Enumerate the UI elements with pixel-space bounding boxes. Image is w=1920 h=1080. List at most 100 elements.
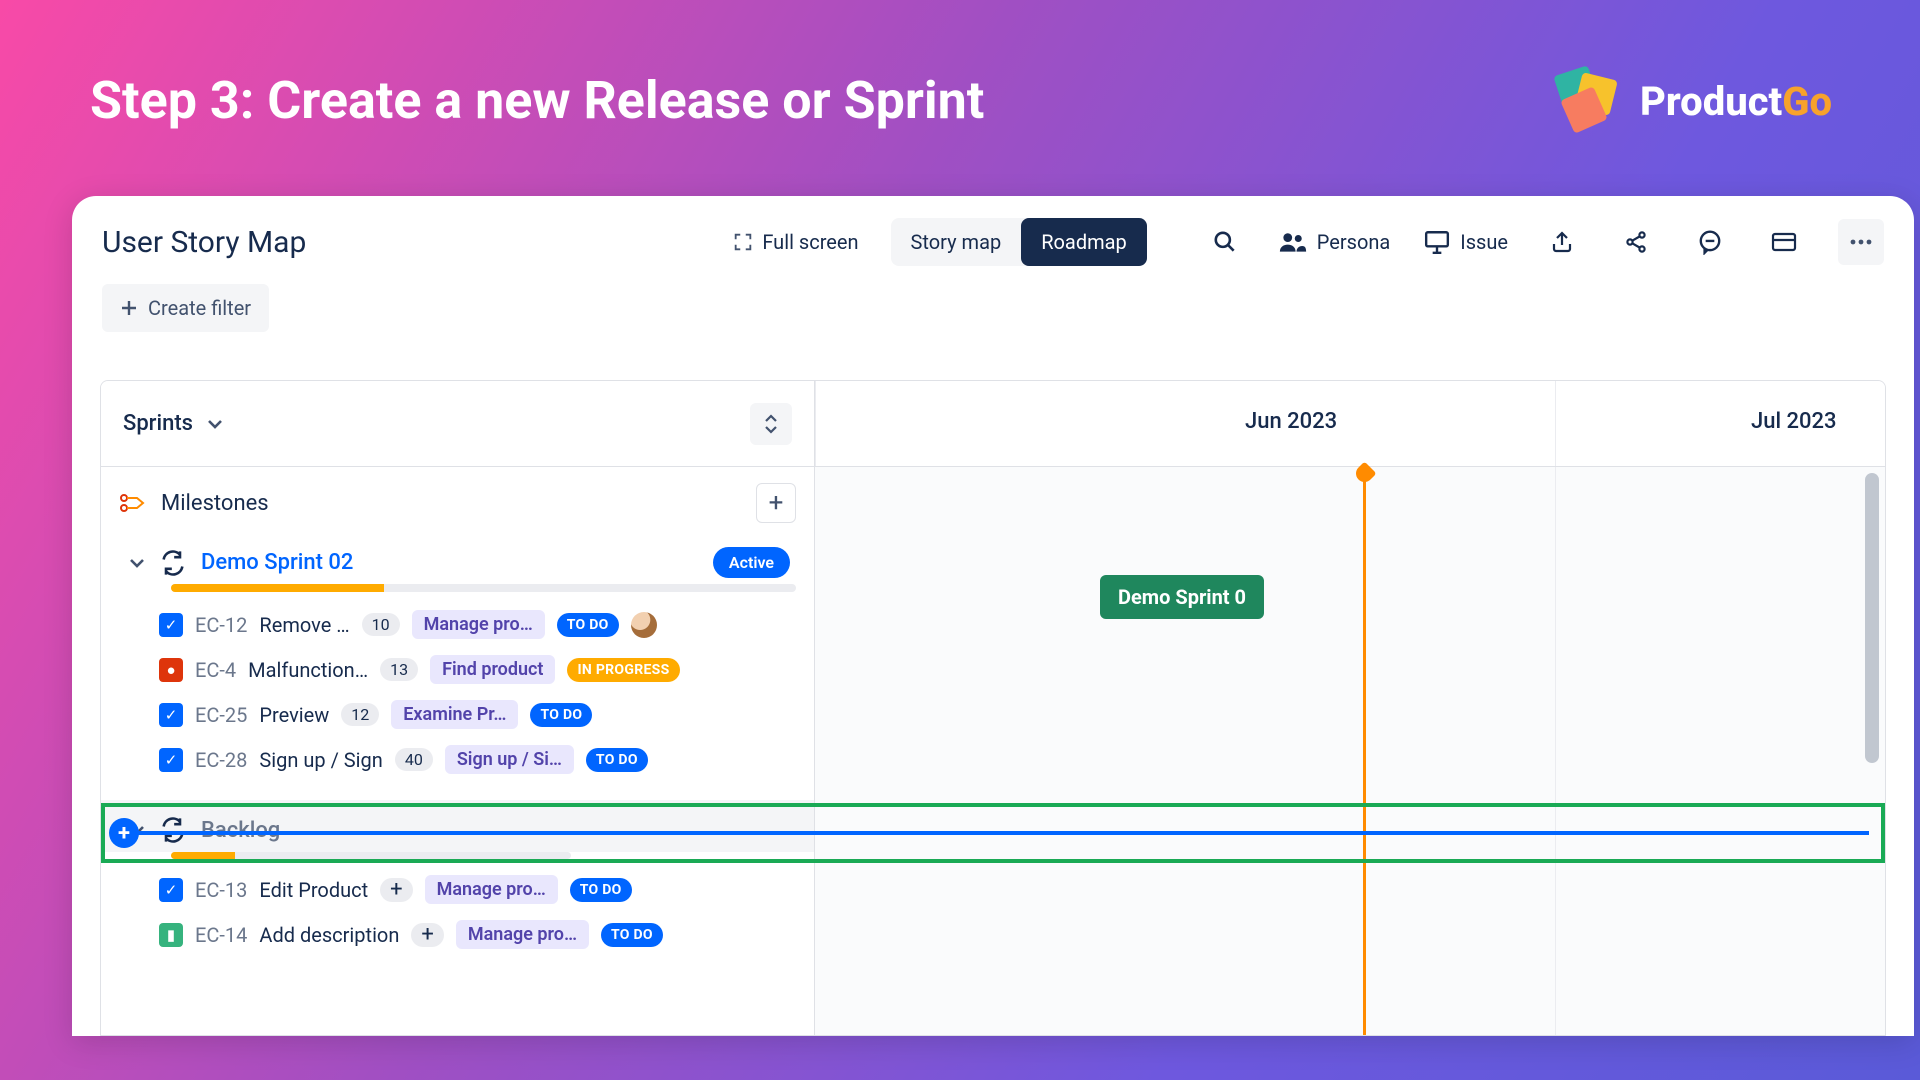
timeline-header: Jun 2023 Jul 2023 [815, 381, 1885, 466]
month-jul: Jul 2023 [1751, 409, 1837, 434]
bug-icon: ● [159, 658, 183, 682]
export-button[interactable] [1542, 222, 1582, 262]
board-header: Sprints Jun 2023 Jul 2023 [101, 381, 1885, 467]
sprint-icon [159, 549, 187, 577]
roadmap-board: Sprints Jun 2023 Jul 2023 Milestones + [100, 380, 1886, 1036]
create-filter-label: Create filter [148, 296, 251, 320]
tab-roadmap[interactable]: Roadmap [1021, 218, 1147, 266]
issue-row[interactable]: ● EC-4 Malfunction… 13 Find product IN P… [101, 647, 814, 692]
insert-line [121, 831, 1869, 835]
filter-bar: Create filter [72, 278, 1914, 354]
epic-link[interactable]: Examine Pr… [391, 700, 518, 729]
card-icon [1771, 231, 1797, 253]
issue-key: EC-13 [195, 878, 247, 902]
add-count-button[interactable]: + [380, 878, 412, 902]
task-icon: ✓ [159, 748, 183, 772]
issue-row[interactable]: ▮ EC-14 Add description + Manage pro… TO… [101, 912, 814, 957]
tab-story-map[interactable]: Story map [891, 218, 1022, 266]
timeline-sprint-bar[interactable]: Demo Sprint 0 [1100, 575, 1264, 619]
today-marker [1363, 467, 1366, 1036]
issue-row[interactable]: ✓ EC-13 Edit Product + Manage pro… TO DO [101, 867, 814, 912]
task-icon: ✓ [159, 613, 183, 637]
epic-link[interactable]: Manage pro… [412, 610, 545, 639]
plus-circle-icon[interactable]: + [109, 818, 139, 848]
epic-link[interactable]: Manage pro… [456, 920, 589, 949]
issue-row[interactable]: ✓ EC-28 Sign up / Sign 40 Sign up / Si… … [101, 737, 814, 782]
more-button[interactable] [1838, 219, 1884, 265]
sprint-progress [171, 584, 796, 592]
sprint-header[interactable]: Demo Sprint 02 Active [101, 539, 814, 582]
chevron-down-icon [129, 557, 145, 569]
chevrons-icon [763, 414, 779, 434]
topbar: User Story Map Full screen Story map Roa… [72, 196, 1914, 278]
issue-row[interactable]: ✓ EC-12 Remove … 10 Manage pro… TO DO [101, 602, 814, 647]
search-icon [1212, 229, 1238, 255]
comment-icon [1697, 229, 1723, 255]
task-icon: ✓ [159, 878, 183, 902]
issue-label: Issue [1460, 230, 1508, 254]
fullscreen-icon [732, 231, 754, 253]
sprint-name: Demo Sprint 02 [201, 550, 353, 575]
status-badge: IN PROGRESS [567, 658, 679, 682]
brand-mark [1548, 70, 1626, 132]
issue-title: Sign up / Sign [259, 748, 382, 772]
month-jun: Jun 2023 [1245, 409, 1337, 434]
left-panel: Milestones + Demo Sprint 02 Active ✓ EC-… [101, 467, 815, 1035]
persona-label: Persona [1317, 230, 1391, 254]
add-milestone-button[interactable]: + [756, 483, 796, 523]
issue-row[interactable]: ✓ EC-25 Preview 12 Examine Pr… TO DO [101, 692, 814, 737]
issue-title: Add description [259, 923, 399, 947]
issue-key: EC-25 [195, 703, 247, 727]
status-badge: TO DO [570, 878, 632, 902]
toolbar-right: Persona Issue [1205, 219, 1884, 265]
share-button[interactable] [1616, 222, 1656, 262]
issue-button[interactable]: Issue [1424, 230, 1508, 254]
export-icon [1550, 230, 1574, 254]
plus-icon [120, 299, 138, 317]
brand-name: ProductGo [1640, 78, 1832, 125]
page-title: User Story Map [102, 225, 306, 260]
app-window: User Story Map Full screen Story map Roa… [72, 196, 1914, 1036]
add-count-button[interactable]: + [411, 923, 443, 947]
persona-button[interactable]: Persona [1279, 230, 1391, 254]
timeline-body[interactable]: Demo Sprint 0 [815, 467, 1885, 1035]
scrollbar-thumb[interactable] [1865, 473, 1879, 763]
milestones-icon [119, 492, 147, 514]
epic-link[interactable]: Sign up / Si… [445, 745, 574, 774]
brand-logo-area: ProductGo [1548, 70, 1832, 132]
issue-title: Remove … [259, 613, 349, 637]
view-tabs: Story map Roadmap [891, 218, 1147, 266]
issue-count: 10 [362, 613, 400, 636]
search-button[interactable] [1205, 222, 1245, 262]
epic-link[interactable]: Manage pro… [425, 875, 558, 904]
epic-link[interactable]: Find product [430, 655, 555, 684]
issue-title: Malfunction… [248, 658, 368, 682]
create-filter-button[interactable]: Create filter [102, 284, 269, 332]
issue-key: EC-4 [195, 658, 236, 682]
fullscreen-button[interactable]: Full screen [718, 220, 872, 264]
issue-title: Preview [259, 703, 329, 727]
chevron-down-icon [207, 418, 223, 430]
issue-key: EC-14 [195, 923, 247, 947]
group-by-dropdown[interactable]: Sprints [123, 411, 193, 436]
slide-title: Step 3: Create a new Release or Sprint [90, 70, 984, 131]
layout-button[interactable] [1764, 222, 1804, 262]
issue-count: 40 [395, 748, 433, 771]
task-icon: ✓ [159, 703, 183, 727]
status-badge: TO DO [586, 748, 648, 772]
issue-title: Edit Product [259, 878, 368, 902]
status-badge: TO DO [557, 613, 619, 637]
share-icon [1624, 230, 1648, 254]
comment-button[interactable] [1690, 222, 1730, 262]
create-sprint-insert-row[interactable]: + [101, 803, 1885, 863]
story-icon: ▮ [159, 923, 183, 947]
issue-key: EC-28 [195, 748, 247, 772]
more-icon [1850, 239, 1872, 245]
collapse-all-button[interactable] [750, 403, 792, 445]
users-icon [1279, 231, 1307, 253]
board-body: Milestones + Demo Sprint 02 Active ✓ EC-… [101, 467, 1885, 1035]
issue-key: EC-12 [195, 613, 247, 637]
monitor-icon [1424, 230, 1450, 254]
assignee-avatar[interactable] [631, 612, 657, 638]
status-badge: TO DO [601, 923, 663, 947]
